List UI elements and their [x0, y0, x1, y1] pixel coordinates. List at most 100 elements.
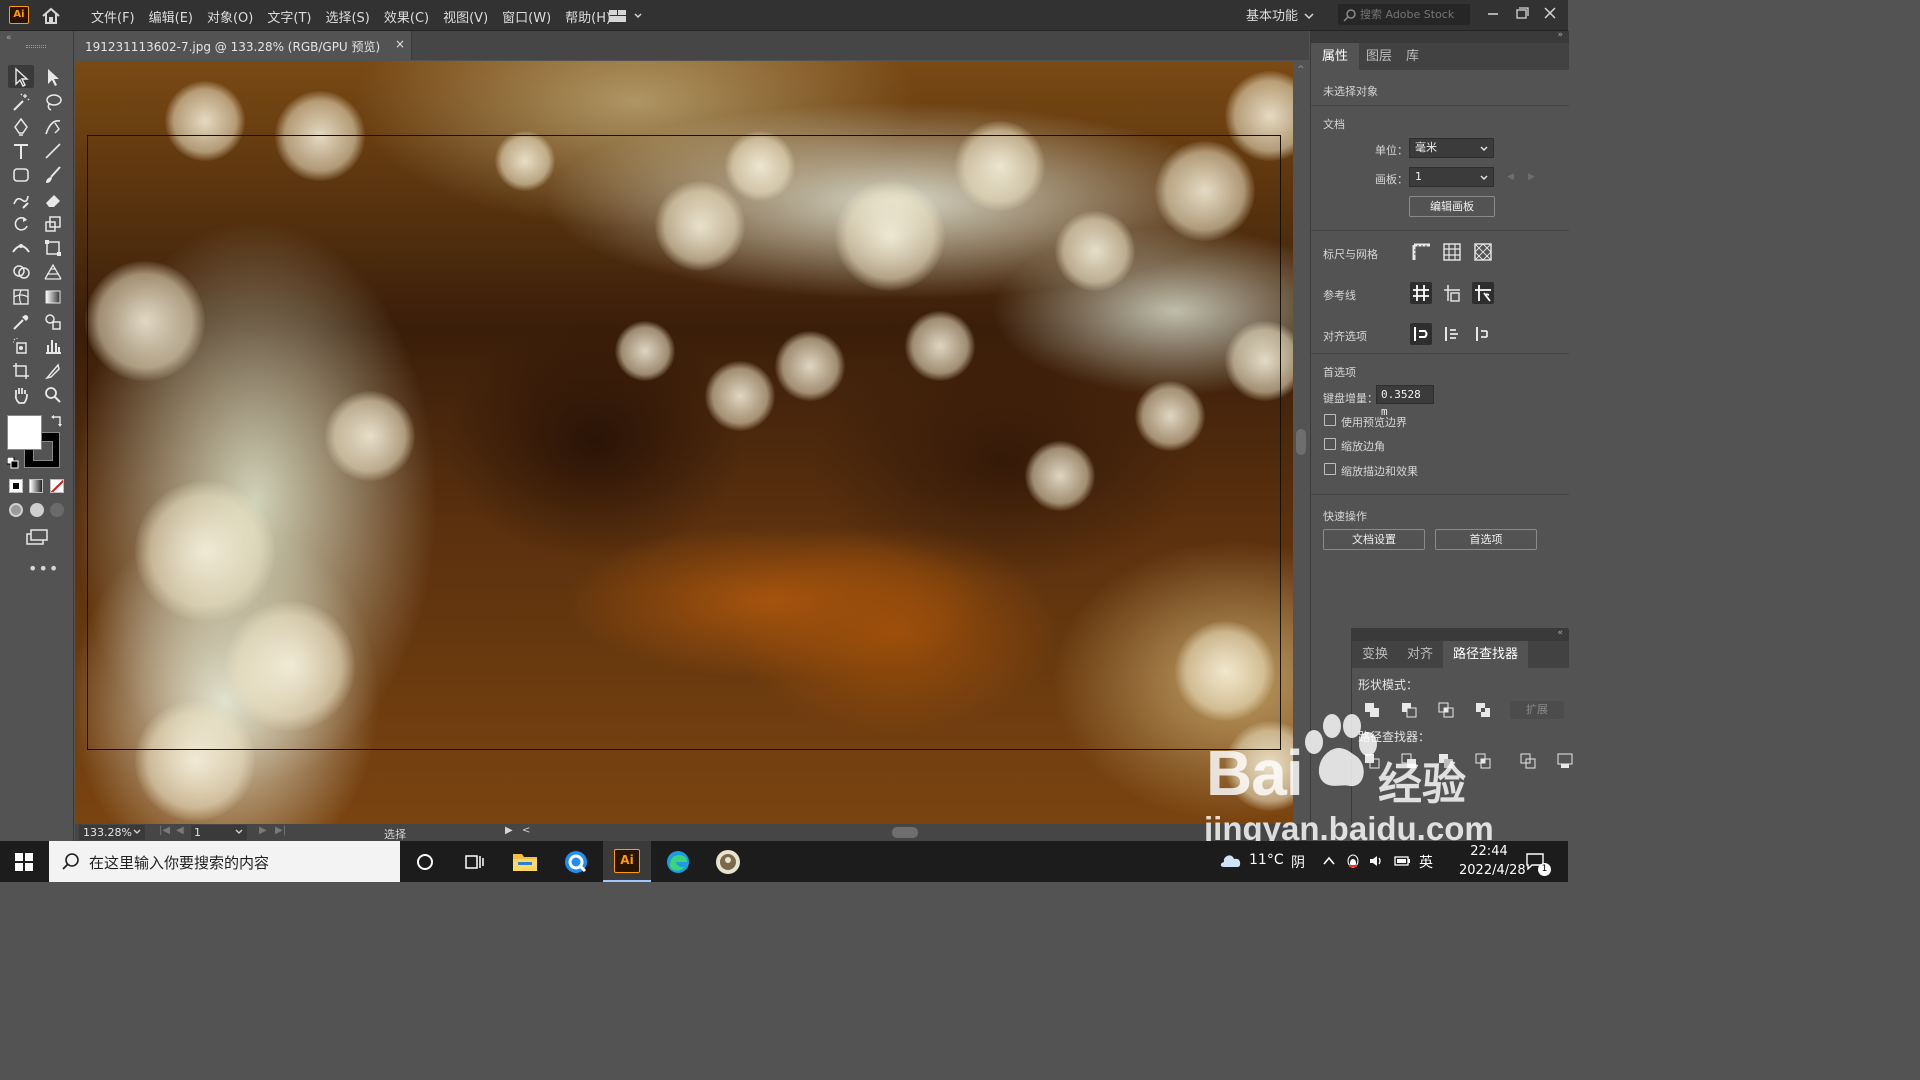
tab-transform[interactable]: 变换 — [1352, 641, 1398, 668]
lock-guides-icon[interactable] — [1472, 282, 1494, 304]
units-select[interactable]: 毫米 — [1409, 138, 1494, 158]
qq-penguin-icon[interactable] — [1345, 853, 1361, 869]
next-artboard-icon[interactable]: ▶ — [259, 825, 267, 836]
snap-to-pixel-icon[interactable] — [1441, 323, 1463, 345]
document-setup-button[interactable]: 文档设置 — [1323, 529, 1425, 550]
snap-to-glyph-icon[interactable] — [1472, 323, 1494, 345]
keyboard-increment-input[interactable]: 0.3528 m — [1376, 385, 1434, 418]
quickq-app[interactable] — [552, 841, 600, 882]
lasso-tool[interactable] — [40, 90, 66, 113]
show-guides-icon[interactable] — [1410, 282, 1432, 304]
vertical-scroll-thumb[interactable] — [1296, 429, 1306, 455]
perspective-grid-tool[interactable] — [40, 260, 66, 283]
menu-help[interactable]: 帮助(H) — [565, 7, 611, 26]
tab-pathfinder[interactable]: 路径查找器 — [1443, 641, 1529, 668]
next-artboard-icon[interactable]: ▶ — [1528, 172, 1535, 182]
menu-window[interactable]: 窗口(W) — [502, 7, 551, 26]
screen-mode-icon[interactable] — [24, 528, 50, 546]
document-tab[interactable]: 191231113602-7.jpg @ 133.28% (RGB/GPU 预览… — [75, 31, 412, 60]
horizontal-scroll-thumb[interactable] — [892, 827, 918, 838]
previous-artboard-icon[interactable]: ◀ — [176, 825, 184, 836]
restore-icon[interactable] — [1511, 4, 1533, 22]
curvature-tool[interactable] — [40, 115, 66, 138]
color-mode-button[interactable] — [9, 479, 23, 493]
minus-front-icon[interactable] — [1399, 700, 1419, 720]
column-graph-tool[interactable] — [40, 334, 66, 357]
cortana-button[interactable] — [401, 841, 449, 882]
none-mode-button[interactable] — [50, 479, 64, 493]
transparency-grid-icon[interactable] — [1472, 241, 1494, 263]
zoom-tool[interactable] — [40, 383, 66, 406]
weather-condition[interactable]: 阴 — [1291, 852, 1305, 872]
slice-tool[interactable] — [40, 359, 66, 382]
previous-artboard-icon[interactable]: ◀ — [1507, 172, 1514, 182]
vertical-scrollbar[interactable]: ^ — [1293, 61, 1309, 824]
close-icon[interactable] — [1539, 4, 1561, 22]
chevron-down-icon[interactable] — [235, 828, 243, 836]
clock-date[interactable]: 2022/4/28 — [1459, 863, 1526, 878]
unite-icon[interactable] — [1362, 700, 1382, 720]
shape-builder-tool[interactable] — [8, 260, 34, 283]
status-menu-arrow-icon[interactable]: ▶ — [505, 825, 513, 836]
edit-toolbar-button[interactable]: ••• — [28, 559, 59, 578]
chevron-down-icon[interactable] — [133, 828, 141, 836]
intersect-icon[interactable] — [1436, 700, 1456, 720]
blend-tool[interactable] — [40, 310, 66, 333]
merge-icon[interactable] — [1436, 751, 1456, 771]
last-artboard-icon[interactable]: ▶| — [275, 825, 286, 836]
selection-tool[interactable] — [8, 65, 34, 88]
cloud-weather-icon[interactable] — [1218, 851, 1242, 869]
menu-select[interactable]: 选择(S) — [325, 7, 369, 26]
swap-fill-stroke-icon[interactable] — [50, 414, 64, 428]
scale-tool[interactable] — [40, 212, 66, 235]
task-view-button[interactable] — [450, 841, 498, 882]
edit-artboards-button[interactable]: 编辑画板 — [1409, 196, 1495, 217]
stock-search-box[interactable] — [1338, 4, 1470, 25]
first-artboard-icon[interactable]: |◀ — [159, 825, 170, 836]
fill-color-swatch[interactable] — [7, 415, 42, 450]
line-tool[interactable] — [40, 139, 66, 162]
workspace-switcher[interactable]: 基本功能 — [1246, 5, 1298, 24]
symbol-sprayer-tool[interactable] — [8, 334, 34, 357]
hand-tool[interactable] — [8, 383, 34, 406]
use-preview-bounds-checkbox[interactable] — [1324, 414, 1336, 426]
illustrator-app[interactable]: Ai — [603, 841, 651, 882]
eraser-tool[interactable] — [40, 188, 66, 211]
menu-type[interactable]: 文字(T) — [267, 7, 311, 26]
menu-file[interactable]: 文件(F) — [91, 7, 135, 26]
minus-back-icon[interactable] — [1555, 751, 1575, 771]
tab-properties[interactable]: 属性 — [1311, 43, 1360, 70]
gradient-mode-button[interactable] — [29, 479, 43, 493]
battery-icon[interactable] — [1394, 853, 1410, 869]
divide-icon[interactable] — [1362, 751, 1382, 771]
collapse-panel-icon[interactable]: « — [6, 33, 12, 43]
tab-libraries[interactable]: 库 — [1395, 43, 1430, 70]
scale-strokes-effects-checkbox[interactable] — [1324, 463, 1336, 475]
width-tool[interactable] — [8, 236, 34, 259]
rulers-icon[interactable] — [1411, 241, 1433, 263]
clock-time[interactable]: 22:44 — [1459, 844, 1519, 859]
crop-icon[interactable] — [1473, 751, 1493, 771]
menu-view[interactable]: 视图(V) — [443, 7, 488, 26]
volume-icon[interactable] — [1368, 853, 1384, 869]
taskbar-search-box[interactable]: 在这里输入你要搜索的内容 — [49, 841, 400, 882]
preferences-button[interactable]: 首选项 — [1435, 529, 1537, 550]
gradient-tool[interactable] — [40, 285, 66, 308]
type-tool[interactable] — [8, 139, 34, 162]
trim-icon[interactable] — [1399, 751, 1419, 771]
draw-inside-button[interactable] — [50, 503, 64, 517]
expand-panel-icon[interactable]: » — [1557, 30, 1563, 40]
stock-search-input[interactable] — [1360, 6, 1466, 23]
close-tab-icon[interactable]: × — [395, 37, 405, 51]
rectangle-tool[interactable] — [8, 163, 34, 186]
direct-selection-tool[interactable] — [40, 65, 66, 88]
start-button[interactable] — [0, 841, 48, 882]
draw-behind-button[interactable] — [30, 503, 44, 517]
pinned-app[interactable] — [704, 841, 752, 882]
artboard-tool[interactable] — [8, 359, 34, 382]
menu-effect[interactable]: 效果(C) — [384, 7, 429, 26]
smart-guides-icon[interactable] — [1441, 282, 1463, 304]
mesh-tool[interactable] — [8, 285, 34, 308]
rotate-tool[interactable] — [8, 212, 34, 235]
grid-icon[interactable] — [1441, 241, 1463, 263]
